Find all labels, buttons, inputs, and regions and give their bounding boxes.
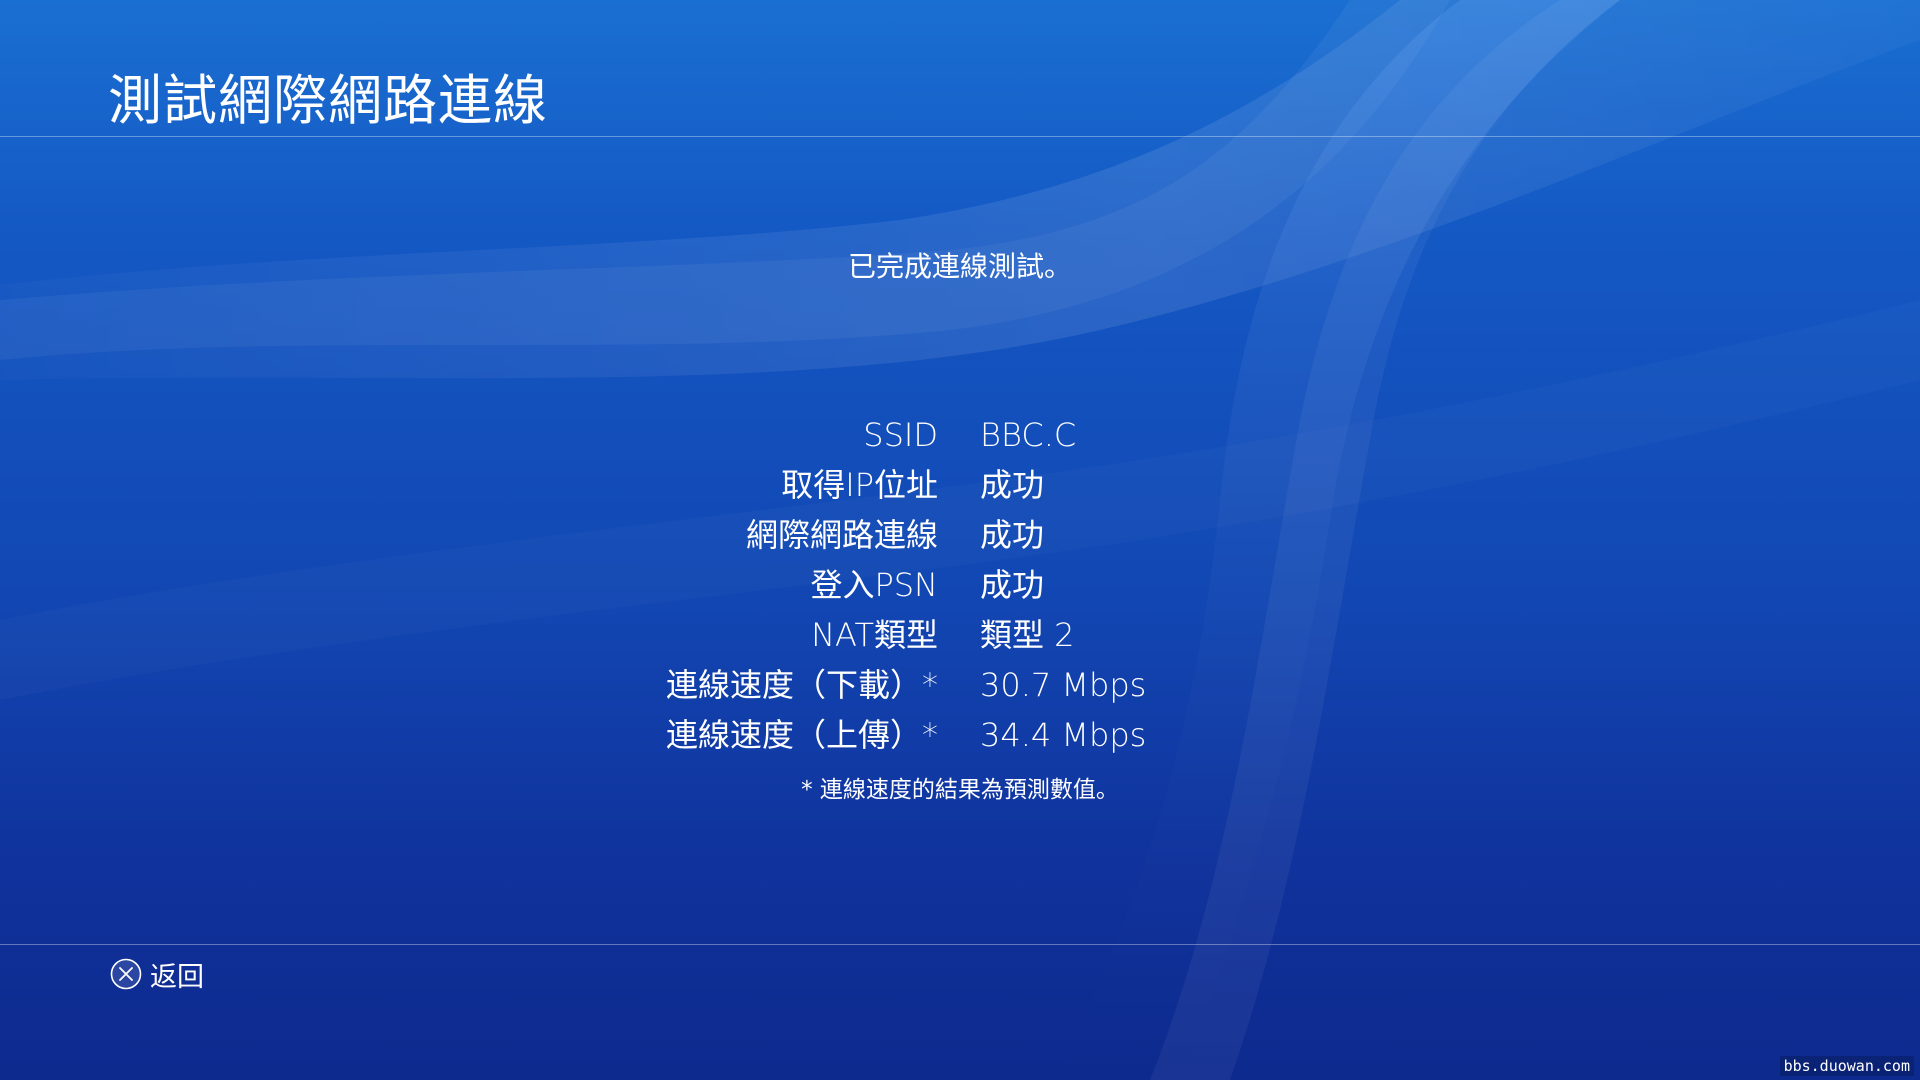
result-row-ip-address: 取得IP位址 成功: [0, 460, 1920, 510]
result-row-ssid: SSID BBC.C: [0, 410, 1920, 460]
result-value: 成功: [980, 516, 1045, 554]
result-value: 34.4 Mbps: [980, 716, 1147, 754]
result-value: 30.7 Mbps: [980, 666, 1147, 704]
result-value: BBC.C: [980, 416, 1077, 454]
result-label: SSID: [863, 416, 938, 454]
result-label: 連線速度（上傳）*: [665, 716, 938, 754]
status-message: 已完成連線測試。: [847, 250, 1072, 283]
result-label: 網際網路連線: [745, 516, 938, 554]
connection-results: SSID BBC.C 取得IP位址 成功 網際網路連線 成功 登入PSN 成功 …: [0, 410, 1920, 760]
result-row-psn-signin: 登入PSN 成功: [0, 560, 1920, 610]
result-label: 取得IP位址: [781, 466, 938, 504]
result-row-download-speed: 連線速度（下載）* 30.7 Mbps: [0, 660, 1920, 710]
footer-divider: [0, 944, 1920, 945]
result-label: 登入PSN: [810, 566, 938, 604]
result-row-nat-type: NAT類型 類型 2: [0, 610, 1920, 660]
page-title: 測試網際網路連線: [108, 69, 548, 132]
back-label: 返回: [150, 961, 204, 993]
watermark: bbs.duowan.com: [1779, 1056, 1914, 1076]
speed-footnote: * 連線速度的結果為預測數值。: [801, 777, 1119, 803]
result-label: NAT類型: [811, 616, 938, 654]
result-row-upload-speed: 連線速度（上傳）* 34.4 Mbps: [0, 710, 1920, 760]
header-divider: [0, 136, 1920, 137]
result-value: 成功: [980, 566, 1045, 604]
back-button[interactable]: 返回: [110, 956, 204, 993]
result-value: 成功: [980, 466, 1045, 504]
result-label: 連線速度（下載）*: [665, 666, 938, 704]
result-value: 類型 2: [980, 616, 1075, 654]
result-row-internet-connection: 網際網路連線 成功: [0, 510, 1920, 560]
cross-button-icon: [110, 958, 142, 990]
